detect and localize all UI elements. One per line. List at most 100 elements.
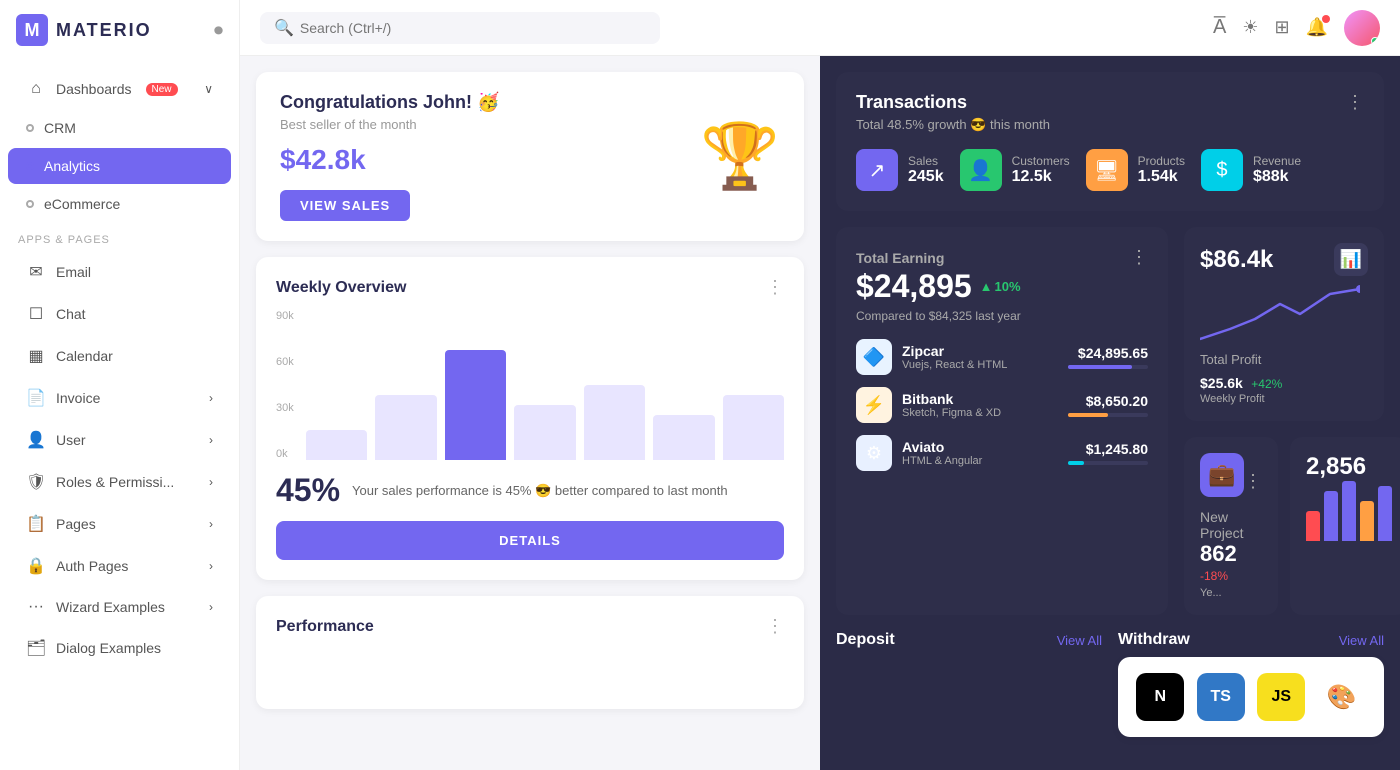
view-sales-button[interactable]: VIEW SALES [280,190,410,221]
chevron-down-icon: ∨ [204,82,213,96]
earning-growth-badge: ▲ 10% [980,279,1021,294]
bottom-row: Deposit View All Withdraw View All N TS … [836,631,1384,737]
sidebar-item-chat[interactable]: ☐ Chat [8,294,231,334]
chat-icon: ☐ [26,304,46,324]
sidebar-item-dialog[interactable]: 🗂 Dialog Examples [8,628,231,668]
transactions-growth: Total 48.5% growth 😎 this month [856,117,1050,133]
company-amount: $1,245.80 [1068,441,1148,457]
sidebar-item-wizard[interactable]: ··· Wizard Examples › [8,588,231,626]
avatar[interactable] [1344,10,1380,46]
earning-subtitle: Compared to $84,325 last year [856,309,1148,323]
sidebar-item-label: User [56,432,86,448]
logo-icon: M [16,14,48,46]
sidebar-item-label: Pages [56,516,96,532]
dialog-icon: 🗂 [26,638,46,658]
bar-item [723,395,784,460]
sidebar-nav: ⌂ Dashboards New ∨ CRM Analytics eCommer… [0,60,239,770]
grid-icon[interactable]: ⊞ [1274,17,1289,38]
trophy-icon: 🏆 [700,119,780,194]
sun-icon[interactable]: ☀ [1242,17,1258,38]
company-type: Sketch, Figma & XD [902,407,1058,419]
chevron-right-icon: › [209,517,213,531]
javascript-logo[interactable]: JS [1257,673,1305,721]
weekly-profit-label: Weekly Profit [1200,393,1368,405]
search-input[interactable] [300,20,646,36]
bar-item [514,405,575,460]
weekly-header: Weekly Overview ⋮ [276,277,784,298]
chevron-right-icon: › [209,391,213,405]
figma-logo[interactable]: 🎨 [1318,673,1366,721]
chevron-right-icon: › [209,475,213,489]
view-all-withdraw[interactable]: View All [1339,633,1384,648]
sales-icon: ↗ [856,149,898,191]
details-button[interactable]: DETAILS [276,521,784,560]
lock-icon: 🔒 [26,556,46,576]
stat-revenue: $ Revenue $88k [1201,149,1301,191]
sidebar-item-analytics[interactable]: Analytics [8,148,231,184]
total-profit-card: $86.4k 📊 Total Profit $25.6k +42% [1184,227,1384,421]
dot-icon [26,124,34,132]
profit-line-chart [1200,284,1360,344]
bitbank-logo: ⚡ [856,387,892,423]
chart-icon[interactable]: 📊 [1334,243,1368,276]
earning-item-bitbank: ⚡ Bitbank Sketch, Figma & XD $8,650.20 [856,387,1148,423]
project-badge: -18% [1200,569,1228,583]
bell-icon[interactable]: 🔔 [1306,17,1328,38]
typescript-logo[interactable]: TS [1197,673,1245,721]
sidebar-item-email[interactable]: ✉ Email [8,252,231,292]
weekly-menu-dots[interactable]: ⋮ [766,277,784,298]
company-name: Zipcar [902,343,1058,359]
sidebar-item-roles[interactable]: 🛡 Roles & Permissi... › [8,462,231,502]
profit-label: Total Profit [1200,352,1368,367]
sidebar-item-label: Analytics [44,158,100,174]
revenue-label: Revenue [1253,154,1301,168]
performance-menu-dots[interactable]: ⋮ [766,616,784,637]
y-label-0k: 0k [276,448,294,460]
mini-count: 2,856 [1306,453,1392,481]
sidebar-item-ecommerce[interactable]: eCommerce [8,186,231,222]
transactions-menu-dots[interactable]: ⋮ [1346,92,1364,113]
project-menu-dots[interactable]: ⋮ [1244,471,1262,492]
sidebar-item-pages[interactable]: 📋 Pages › [8,504,231,544]
search-bar[interactable]: 🔍 [260,12,660,44]
stat-customers: 👤 Customers 12.5k [960,149,1070,191]
translate-icon[interactable]: A̅ [1213,16,1226,39]
chevron-right-icon: › [209,600,213,614]
sidebar-item-auth[interactable]: 🔒 Auth Pages › [8,546,231,586]
sidebar-item-dashboards[interactable]: ⌂ Dashboards New ∨ [8,70,231,108]
sidebar-item-label: Auth Pages [56,558,128,574]
nextjs-logo[interactable]: N [1136,673,1184,721]
aviato-logo: ⚙ [856,435,892,471]
weekly-profit-amount: $25.6k [1200,375,1243,391]
earning-menu-dots[interactable]: ⋮ [1130,247,1148,268]
sidebar-item-label: Calendar [56,348,113,364]
sidebar: M MATERIO ⏺ ⌂ Dashboards New ∨ CRM Analy… [0,0,240,770]
home-icon: ⌂ [26,80,46,98]
sidebar-item-invoice[interactable]: 📄 Invoice › [8,378,231,418]
search-icon: 🔍 [274,18,294,38]
record-icon[interactable]: ⏺ [214,20,223,41]
earning-item-aviato: ⚙ Aviato HTML & Angular $1,245.80 [856,435,1148,471]
performance-header: Performance ⋮ [276,616,784,637]
revenue-icon: $ [1201,149,1243,191]
y-label-90k: 90k [276,310,294,322]
logo-text: MATERIO [56,20,152,41]
withdraw-header: Withdraw View All [1118,631,1384,649]
bar-item [375,395,436,460]
invoice-icon: 📄 [26,388,46,408]
earning-info: Aviato HTML & Angular [902,439,1058,467]
y-label-60k: 60k [276,356,294,368]
total-earning-card: Total Earning ⋮ $24,895 ▲ 10% Compared t… [836,227,1168,615]
sidebar-item-label: eCommerce [44,196,120,212]
sales-value: 245k [908,168,944,186]
sidebar-item-label: Email [56,264,91,280]
view-all-deposit[interactable]: View All [1057,633,1102,648]
sidebar-item-label: Dashboards [56,81,132,97]
weekly-title: Weekly Overview [276,279,406,297]
sidebar-item-calendar[interactable]: ▦ Calendar [8,336,231,376]
sidebar-item-label: Invoice [56,390,100,406]
sidebar-item-crm[interactable]: CRM [8,110,231,146]
sidebar-item-label: CRM [44,120,76,136]
apps-section-label: APPS & PAGES [0,224,239,250]
sidebar-item-user[interactable]: 👤 User › [8,420,231,460]
